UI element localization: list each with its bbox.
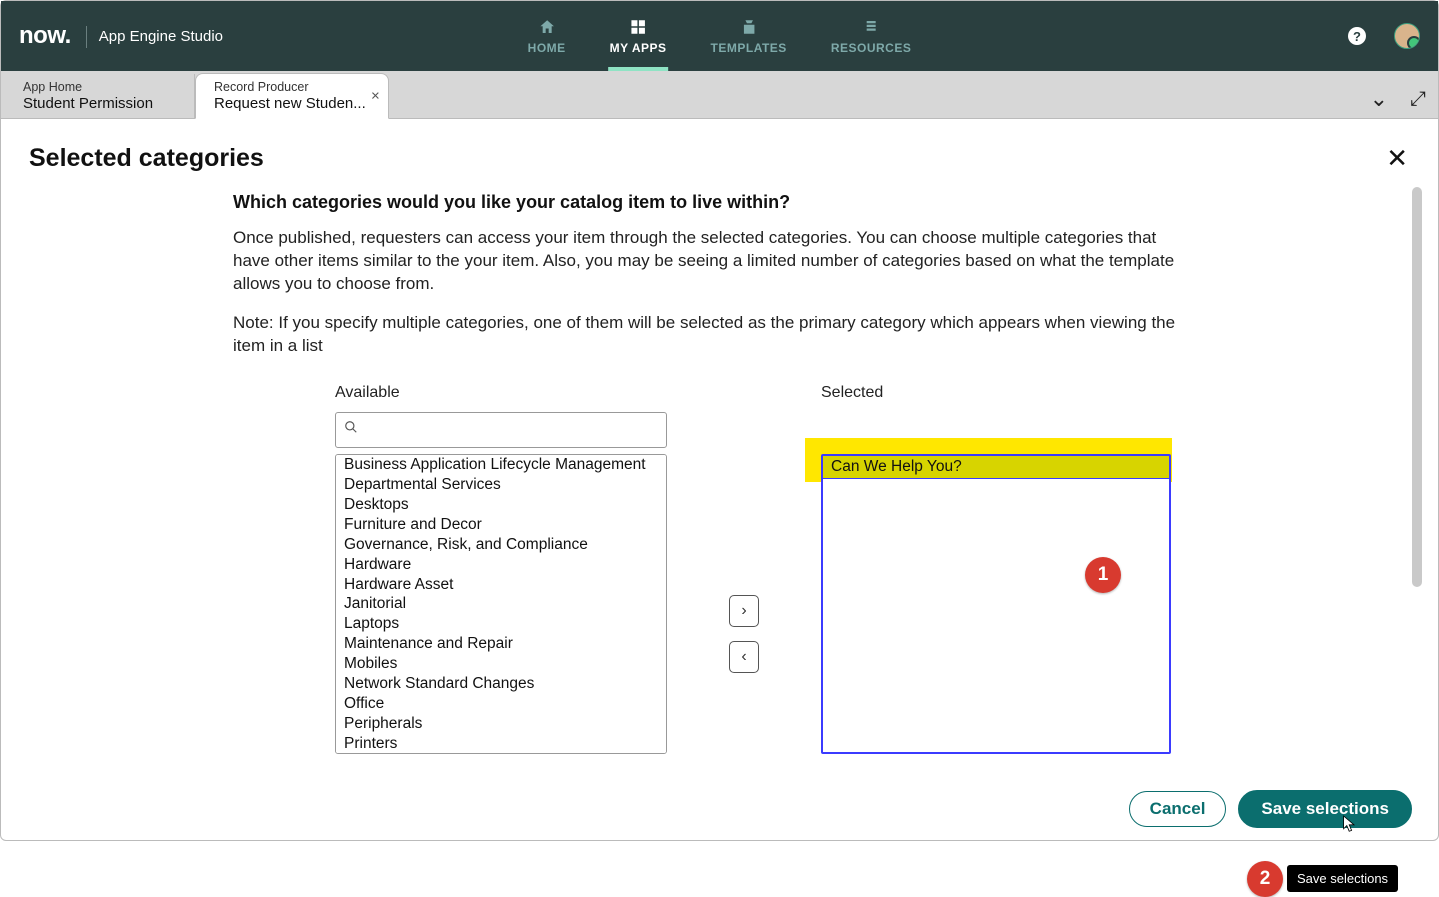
apps-icon [628, 17, 648, 37]
logo: now. [19, 22, 85, 50]
list-item[interactable]: Departmental Services [336, 475, 666, 495]
header-right: ? [1348, 23, 1420, 49]
available-column: Available Business Application Lifecycle… [335, 384, 667, 754]
list-item[interactable]: Office [336, 694, 666, 714]
list-item[interactable]: Mobiles [336, 654, 666, 674]
help-icon[interactable]: ? [1348, 27, 1366, 45]
cursor-icon [1342, 814, 1358, 834]
nav-label: TEMPLATES [711, 41, 787, 55]
nav-my-apps[interactable]: MY APPS [588, 1, 689, 71]
available-label: Available [335, 384, 667, 402]
tab-app-home[interactable]: App Home Student Permission [5, 74, 195, 118]
tab-context: Record Producer [214, 80, 366, 94]
logo-block: now. App Engine Studio [19, 22, 223, 50]
nav-templates[interactable]: TEMPLATES [689, 1, 809, 71]
callout-badge-2: 2 [1247, 861, 1283, 897]
resources-icon [861, 17, 881, 37]
list-item[interactable]: Peripherals [336, 714, 666, 734]
search-icon [344, 420, 358, 439]
save-button[interactable]: Save selections [1238, 790, 1412, 828]
move-right-button[interactable]: › [729, 595, 759, 627]
chevron-down-icon[interactable]: ⌄ [1370, 86, 1388, 112]
list-item[interactable]: Janitorial [336, 594, 666, 614]
list-item[interactable]: Hardware [336, 555, 666, 575]
list-item[interactable]: Maintenance and Repair [336, 634, 666, 654]
page-body: Selected categories ✕ Which categories w… [1, 119, 1438, 840]
page-title-row: Selected categories ✕ [1, 119, 1438, 174]
list-item[interactable]: Printers [336, 734, 666, 753]
list-item[interactable]: Can We Help You? [823, 456, 1169, 479]
list-item[interactable]: Desktops [336, 495, 666, 515]
nav-home[interactable]: HOME [506, 1, 588, 71]
tab-title: Student Permission [23, 95, 172, 112]
avatar[interactable] [1394, 23, 1420, 49]
nav-label: RESOURCES [831, 41, 912, 55]
app-header: now. App Engine Studio HOME MY APPS TEMP… [1, 1, 1438, 71]
description-2: Note: If you specify multiple categories… [233, 312, 1193, 358]
content-area: Which categories would you like your cat… [1, 174, 1201, 754]
save-tooltip: Save selections [1287, 865, 1398, 892]
brand-name: App Engine Studio [99, 28, 223, 45]
tab-context: App Home [23, 80, 172, 94]
description-1: Once published, requesters can access yo… [233, 227, 1193, 296]
move-left-button[interactable]: ‹ [729, 641, 759, 673]
question-heading: Which categories would you like your cat… [233, 192, 1201, 213]
tab-title: Request new Studen... [214, 95, 366, 112]
list-item[interactable]: Business Application Lifecycle Managemen… [336, 455, 666, 475]
nav-label: HOME [528, 41, 566, 55]
nav-label: MY APPS [610, 41, 667, 55]
close-icon[interactable]: ✕ [1386, 143, 1408, 174]
list-item[interactable]: Network Standard Changes [336, 674, 666, 694]
tab-strip-actions: ⌄ ⤢ [1370, 86, 1426, 118]
available-search[interactable] [335, 412, 667, 448]
list-item[interactable]: Governance, Risk, and Compliance [336, 535, 666, 555]
transfer-arrows: › ‹ [729, 514, 759, 754]
selected-box-wrap: Can We Help You? [821, 448, 1171, 754]
tab-record-producer[interactable]: Record Producer Request new Studen... × [195, 73, 389, 119]
list-item[interactable]: Furniture and Decor [336, 515, 666, 535]
selected-label: Selected [821, 384, 1171, 402]
available-listbox[interactable]: Business Application Lifecycle Managemen… [335, 454, 667, 754]
footer-buttons: Cancel Save selections [1129, 790, 1412, 828]
slushbucket: Available Business Application Lifecycle… [335, 384, 1201, 754]
selected-listbox[interactable]: Can We Help You? [821, 454, 1171, 754]
templates-icon [739, 17, 759, 37]
tab-strip: App Home Student Permission Record Produ… [1, 71, 1438, 119]
available-search-input[interactable] [364, 421, 658, 438]
top-nav: HOME MY APPS TEMPLATES RESOURCES [506, 1, 934, 71]
expand-icon[interactable]: ⤢ [1410, 88, 1426, 111]
home-icon [537, 17, 557, 37]
callout-badge-1: 1 [1085, 557, 1121, 593]
list-item[interactable]: Hardware Asset [336, 575, 666, 595]
list-item[interactable]: Laptops [336, 614, 666, 634]
cancel-button[interactable]: Cancel [1129, 791, 1227, 827]
close-icon[interactable]: × [371, 88, 380, 105]
nav-resources[interactable]: RESOURCES [809, 1, 934, 71]
scrollbar-indicator[interactable] [1412, 187, 1422, 587]
page-title: Selected categories [29, 144, 264, 173]
